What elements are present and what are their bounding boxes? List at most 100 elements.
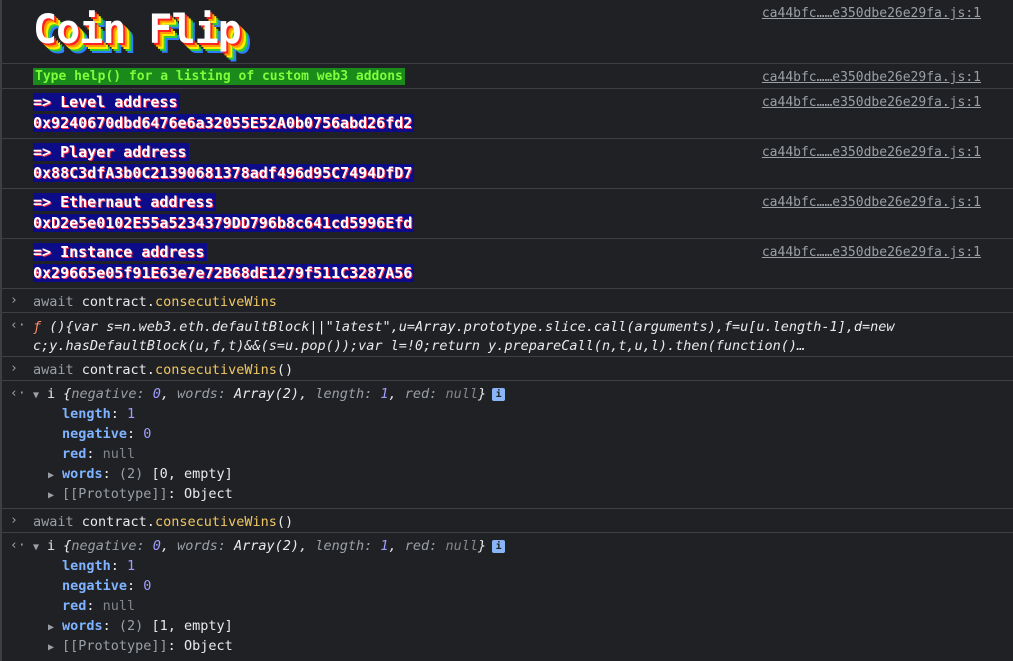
property-prototype[interactable]: ▶ [[Prototype]]: Object	[48, 486, 233, 502]
source-link[interactable]: ca44bfc……e350dbe26e29fa.js:1	[762, 145, 981, 160]
command-call: ()	[276, 514, 294, 530]
log-entry-level-address: => Level address 0x9240670dbd6476e6a3205…	[0, 89, 1013, 139]
summary-key: length	[315, 538, 365, 554]
info-icon[interactable]: i	[492, 387, 506, 401]
summary-value: null	[445, 538, 478, 554]
source-link[interactable]: ca44bfc……e350dbe26e29fa.js:1	[762, 95, 981, 110]
property-key: [[Prototype]]	[62, 638, 168, 654]
chevron-right-icon: ›	[10, 361, 18, 376]
command-property: consecutiveWins	[154, 514, 277, 530]
property-negative: negative: 0	[62, 578, 152, 594]
triangle-down-icon[interactable]: ▼	[33, 542, 47, 553]
banner-title: Coin Flip	[33, 7, 242, 53]
property-key: words	[62, 618, 103, 634]
log-entry-help: Type help() for a listing of custom web3…	[0, 64, 1013, 89]
command-keyword: await	[33, 514, 74, 530]
summary-value: 0	[152, 538, 161, 554]
summary-key: words	[177, 386, 218, 402]
property-words[interactable]: ▶ words: (2) [0, empty]	[48, 466, 233, 482]
console-input-entry: › await contract.consecutiveWins()	[0, 509, 1013, 533]
property-prototype[interactable]: ▶ [[Prototype]]: Object	[48, 638, 233, 654]
summary-key: red	[404, 538, 430, 554]
chevron-right-icon: ›	[10, 293, 18, 308]
summary-close: }	[477, 386, 487, 402]
triangle-right-icon[interactable]: ▶	[48, 622, 62, 633]
address-value: 0x29665e05f91E63e7e72B68dE1279f511C3287A…	[33, 264, 415, 282]
source-link[interactable]: ca44bfc……e350dbe26e29fa.js:1	[762, 245, 981, 260]
summary-value: null	[445, 386, 478, 402]
property-negative: negative: 0	[62, 426, 152, 442]
summary-key: negative	[71, 538, 137, 554]
property-value: [1, empty]	[151, 618, 233, 634]
command-call: ()	[276, 362, 294, 378]
object-summary[interactable]: ▼ i {negative: 0, words: Array(2), length…	[33, 386, 506, 402]
property-value: 0	[143, 426, 152, 442]
summary-value: 1	[380, 538, 389, 554]
summary-close: }	[477, 538, 487, 554]
summary-key: red	[404, 386, 430, 402]
source-link[interactable]: ca44bfc……e350dbe26e29fa.js:1	[762, 195, 981, 210]
function-source-line-1[interactable]: ƒ (){var s=n.web3.eth.defaultBlock||"lat…	[33, 319, 895, 335]
command-keyword: await	[33, 294, 74, 310]
property-key: length	[62, 406, 111, 422]
object-name: i	[47, 538, 56, 554]
property-value: Object	[183, 486, 233, 502]
command-text[interactable]: await contract.consecutiveWins	[33, 294, 277, 310]
property-value: null	[102, 446, 136, 462]
property-value: 1	[127, 558, 136, 574]
command-object: contract.	[81, 294, 155, 310]
object-summary[interactable]: ▼ i {negative: 0, words: Array(2), length…	[33, 538, 506, 554]
property-red: red: null	[62, 446, 136, 462]
command-text[interactable]: await contract.consecutiveWins()	[33, 362, 293, 378]
log-entry-player-address: => Player address 0x88C3dfA3b0C213906813…	[0, 139, 1013, 189]
property-words[interactable]: ▶ words: (2) [1, empty]	[48, 618, 233, 634]
summary-value: Array(2)	[234, 538, 300, 554]
console-result-entry: ‹· ▼ i {negative: 0, words: Array(2), len…	[0, 381, 1013, 509]
property-key: negative	[62, 426, 128, 442]
array-count: (2)	[118, 618, 144, 634]
address-label: => Level address	[33, 93, 180, 111]
console-result-entry: ‹· ƒ (){var s=n.web3.eth.defaultBlock||"…	[0, 313, 1013, 357]
command-text[interactable]: await contract.consecutiveWins()	[33, 514, 293, 530]
summary-value: 1	[380, 386, 389, 402]
property-red: red: null	[62, 598, 136, 614]
return-arrow-icon: ‹·	[10, 386, 26, 401]
triangle-down-icon[interactable]: ▼	[33, 390, 47, 401]
summary-key: negative	[71, 386, 137, 402]
command-property: consecutiveWins	[154, 294, 277, 310]
log-entry-ethernaut-address: => Ethernaut address 0xD2e5e0102E55a5234…	[0, 189, 1013, 239]
chevron-right-icon: ›	[10, 513, 18, 528]
summary-key: length	[315, 386, 365, 402]
property-value: [0, empty]	[151, 466, 233, 482]
console-log: Coin Flip ca44bfc……e350dbe26e29fa.js:1 T…	[0, 0, 1013, 661]
property-key: negative	[62, 578, 128, 594]
property-key: red	[62, 446, 87, 462]
source-link[interactable]: ca44bfc……e350dbe26e29fa.js:1	[762, 6, 981, 21]
log-entry-banner: Coin Flip ca44bfc……e350dbe26e29fa.js:1	[0, 0, 1013, 64]
triangle-right-icon[interactable]: ▶	[48, 642, 62, 653]
address-value: 0xD2e5e0102E55a5234379DD796b8c641cd5996E…	[33, 214, 415, 232]
array-count: (2)	[118, 466, 144, 482]
triangle-right-icon[interactable]: ▶	[48, 470, 62, 481]
command-keyword: await	[33, 362, 74, 378]
triangle-right-icon[interactable]: ▶	[48, 490, 62, 501]
info-icon[interactable]: i	[492, 539, 506, 553]
property-key: length	[62, 558, 111, 574]
log-entry-instance-address: => Instance address 0x29665e05f91E63e7e7…	[0, 239, 1013, 289]
summary-key: words	[177, 538, 218, 554]
address-value: 0x9240670dbd6476e6a32055E52A0b0756abd26f…	[33, 114, 415, 132]
help-text: Type help() for a listing of custom web3…	[33, 68, 405, 85]
return-arrow-icon: ‹·	[10, 538, 26, 553]
property-key: [[Prototype]]	[62, 486, 168, 502]
address-label: => Player address	[33, 143, 189, 161]
address-label: => Ethernaut address	[33, 193, 216, 211]
property-value: 1	[127, 406, 136, 422]
property-length: length: 1	[62, 558, 136, 574]
source-link[interactable]: ca44bfc……e350dbe26e29fa.js:1	[762, 70, 981, 85]
return-arrow-icon: ‹·	[10, 318, 26, 333]
address-label: => Instance address	[33, 243, 207, 261]
object-name: i	[47, 386, 56, 402]
command-object: contract.	[81, 514, 155, 530]
function-source-line-2: c;y.hasDefaultBlock(u,f,t)&&(s=u.pop());…	[33, 338, 806, 354]
function-source-text: (){var s=n.web3.eth.defaultBlock||"lates…	[41, 319, 895, 335]
